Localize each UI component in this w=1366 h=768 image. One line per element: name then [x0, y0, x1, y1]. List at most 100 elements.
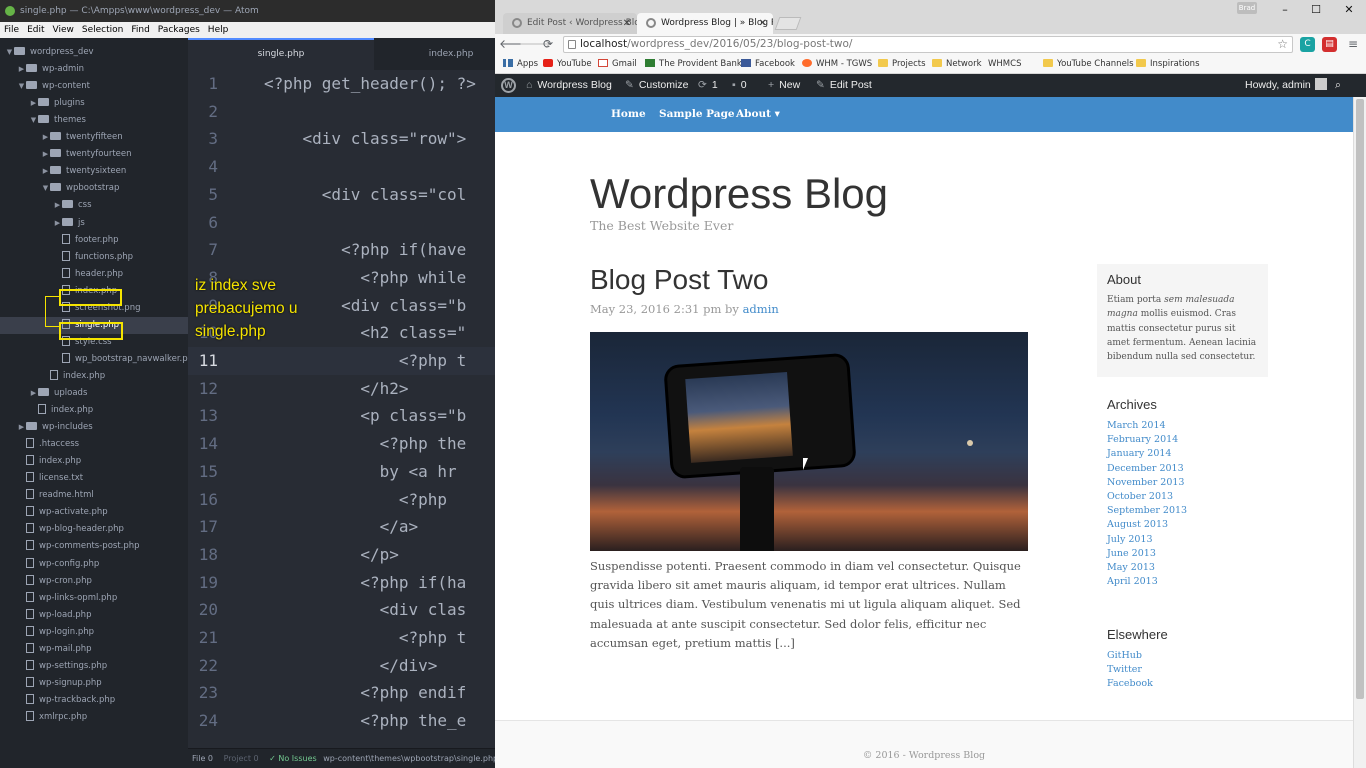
tab-single-php[interactable]: single.php: [188, 38, 374, 70]
scrollbar-thumb[interactable]: [1356, 99, 1364, 699]
code-editor[interactable]: single.php index.php 1 <?php get_header()…: [188, 38, 495, 748]
tree-file[interactable]: index.php: [0, 453, 188, 470]
chevron-down-icon[interactable]: ▼: [41, 180, 50, 197]
code-line[interactable]: 13 <p class="b: [188, 402, 495, 430]
bookmark-item[interactable]: YouTube Channels: [1043, 55, 1134, 73]
archive-link[interactable]: September 2013: [1107, 504, 1187, 518]
archive-link[interactable]: August 2013: [1107, 518, 1187, 532]
code-line[interactable]: 18 </p>: [188, 541, 495, 569]
code-line[interactable]: 5 <div class="col: [188, 181, 495, 209]
tree-file[interactable]: wp-links-opml.php: [0, 590, 188, 607]
archive-link[interactable]: November 2013: [1107, 476, 1187, 490]
code-line[interactable]: 1 <?php get_header(); ?>: [188, 70, 495, 98]
chevron-right-icon[interactable]: ▶: [53, 215, 62, 232]
archive-link[interactable]: May 2013: [1107, 561, 1187, 575]
code-line[interactable]: 16 <?php: [188, 486, 495, 514]
code-line[interactable]: 17 </a>: [188, 513, 495, 541]
reload-icon[interactable]: ⟳: [540, 36, 556, 52]
bookmark-item[interactable]: YouTube: [543, 55, 592, 73]
admin-new[interactable]: + New: [768, 74, 800, 97]
bookmark-item[interactable]: Gmail: [598, 55, 637, 73]
forward-icon[interactable]: 🡒: [519, 36, 551, 52]
code-line[interactable]: 6: [188, 209, 495, 237]
tab-index-php[interactable]: index.php: [406, 38, 495, 70]
tree-file[interactable]: index.php: [0, 402, 188, 419]
tree-folder[interactable]: ▶ uploads: [0, 385, 188, 402]
bookmark-item[interactable]: The Provident Bank: [645, 55, 742, 73]
tree-file[interactable]: functions.php: [0, 249, 188, 266]
code-line[interactable]: 2: [188, 98, 495, 126]
code-line[interactable]: 24 <?php the_e: [188, 707, 495, 735]
tree-file[interactable]: wp-blog-header.php: [0, 521, 188, 538]
code-line[interactable]: 3 <div class="row">: [188, 125, 495, 153]
tree-folder[interactable]: ▶ wp-includes: [0, 419, 188, 436]
menu-edit[interactable]: Edit: [23, 22, 48, 38]
tree-folder[interactable]: ▶ twentysixteen: [0, 163, 188, 180]
tree-folder[interactable]: ▶ plugins: [0, 95, 188, 112]
elsewhere-link[interactable]: Twitter: [1107, 663, 1153, 677]
code-line[interactable]: 12 </h2>: [188, 375, 495, 403]
tree-folder[interactable]: ▼ themes: [0, 112, 188, 129]
menu-help[interactable]: Help: [204, 22, 233, 38]
code-line[interactable]: 23 <?php endif: [188, 679, 495, 707]
tree-folder[interactable]: ▼ wpbootstrap: [0, 180, 188, 197]
bookmark-item[interactable]: Inspirations: [1136, 55, 1200, 73]
code-line[interactable]: 22 </div>: [188, 652, 495, 680]
chevron-right-icon[interactable]: ▶: [41, 129, 50, 146]
wordpress-logo-icon[interactable]: W: [501, 78, 516, 93]
code-line[interactable]: 15 by <a hr: [188, 458, 495, 486]
archive-link[interactable]: February 2014: [1107, 433, 1187, 447]
chevron-down-icon[interactable]: ▼: [29, 112, 38, 129]
tree-file[interactable]: wp-trackback.php: [0, 692, 188, 709]
menu-find[interactable]: Find: [127, 22, 153, 38]
tree-folder[interactable]: ▼ wordpress_dev: [0, 44, 188, 61]
nav-about[interactable]: About ▾: [736, 97, 780, 132]
tree-file[interactable]: wp-cron.php: [0, 573, 188, 590]
tree-file[interactable]: wp-activate.php: [0, 504, 188, 521]
chevron-right-icon[interactable]: ▶: [17, 419, 26, 436]
status-file-path[interactable]: wp-content\themes\wpbootstrap\single.php: [323, 749, 495, 768]
status-file-count[interactable]: File 0: [188, 749, 217, 768]
minimize-icon[interactable]: –: [1277, 3, 1293, 17]
page-info-icon[interactable]: [568, 40, 576, 49]
code-line[interactable]: 20 <div clas: [188, 596, 495, 624]
status-linter[interactable]: ✓ No Issues: [265, 749, 321, 768]
bookmark-item[interactable]: Apps: [503, 55, 538, 73]
archive-link[interactable]: June 2013: [1107, 547, 1187, 561]
extension-red-icon[interactable]: ▤: [1322, 37, 1337, 52]
tree-file[interactable]: wp-mail.php: [0, 641, 188, 658]
bookmark-item[interactable]: WHMCS: [988, 55, 1021, 121]
address-bar[interactable]: localhost/wordpress_dev/2016/05/23/blog-…: [563, 36, 1293, 53]
tree-file[interactable]: wp-config.php: [0, 556, 188, 573]
tree-folder[interactable]: ▶ twentyfourteen: [0, 146, 188, 163]
admin-howdy[interactable]: Howdy, admin: [1245, 74, 1327, 97]
tree-file[interactable]: index.php: [0, 368, 188, 385]
profile-badge[interactable]: Brad: [1237, 2, 1257, 14]
page-scrollbar[interactable]: [1353, 97, 1366, 768]
tree-file[interactable]: footer.php: [0, 232, 188, 249]
chevron-right-icon[interactable]: ▶: [41, 163, 50, 180]
maximize-icon[interactable]: ☐: [1308, 3, 1324, 17]
tree-file[interactable]: .htaccess: [0, 436, 188, 453]
tree-folder[interactable]: ▼ wp-content: [0, 78, 188, 95]
tree-file[interactable]: readme.html: [0, 487, 188, 504]
menu-selection[interactable]: Selection: [78, 22, 127, 38]
tree-file[interactable]: wp-load.php: [0, 607, 188, 624]
tree-file[interactable]: wp-signup.php: [0, 675, 188, 692]
close-window-icon[interactable]: ✕: [1341, 3, 1357, 17]
back-icon[interactable]: 🡐: [499, 36, 531, 52]
menu-file[interactable]: File: [0, 22, 23, 38]
chevron-down-icon[interactable]: ▼: [5, 44, 14, 61]
admin-comments[interactable]: ▪ 0: [732, 74, 747, 97]
archive-link[interactable]: July 2013: [1107, 533, 1187, 547]
status-project-count[interactable]: Project 0: [220, 749, 263, 768]
chevron-right-icon[interactable]: ▶: [17, 61, 26, 78]
menu-view[interactable]: View: [49, 22, 78, 38]
bookmark-star-icon[interactable]: ☆: [1277, 37, 1288, 52]
tree-folder[interactable]: ▶ css: [0, 197, 188, 214]
admin-site-name[interactable]: ⌂ Wordpress Blog: [526, 74, 612, 97]
archive-link[interactable]: January 2014: [1107, 447, 1187, 461]
tab-close-icon[interactable]: ✕: [623, 13, 631, 34]
post-author-link[interactable]: admin: [743, 302, 779, 316]
tree-folder[interactable]: ▶ js: [0, 215, 188, 232]
